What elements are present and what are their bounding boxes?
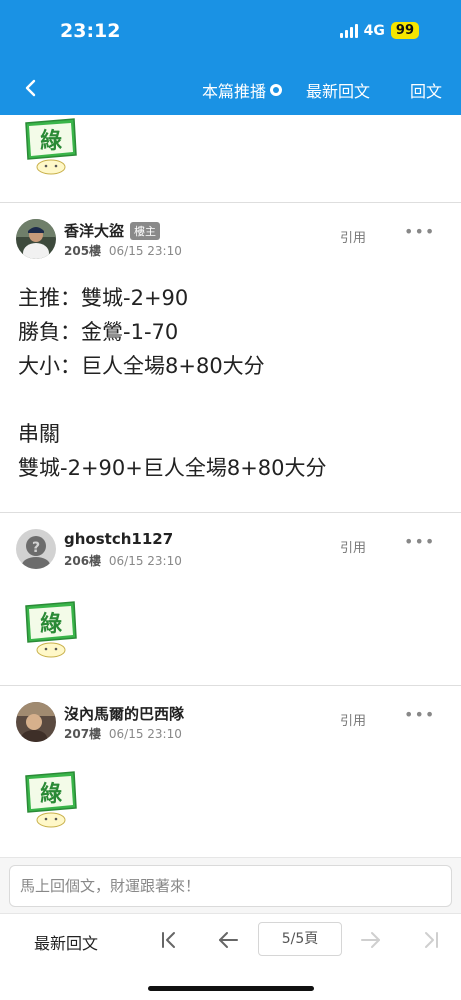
top-header: 23:12 4G 99 本篇推播 最新回文 回文 (0, 0, 461, 115)
sticker-char: 綠 (40, 611, 63, 637)
sticker-char: 綠 (40, 781, 63, 807)
previous-page-icon[interactable] (216, 928, 240, 952)
signal-icon (339, 23, 358, 38)
latest-replies-link[interactable]: 最新回文 (306, 78, 370, 102)
first-page-icon[interactable] (157, 928, 181, 952)
bulb-icon (270, 84, 283, 96)
reply-input[interactable]: 馬上回個文，財運跟著來！ (9, 865, 452, 907)
status-time: 23:12 (60, 20, 121, 42)
post-divider (0, 512, 461, 513)
username[interactable]: ghostch1127 (64, 530, 173, 548)
floor-number: 206樓 (64, 554, 102, 568)
username[interactable]: 沒內馬爾的巴西隊 (64, 703, 184, 724)
post-divider (0, 685, 461, 686)
bottom-latest-replies-button[interactable]: 最新回文 (34, 930, 98, 954)
post-time: 06/15 23:10 (108, 727, 182, 741)
last-page-icon[interactable] (419, 928, 443, 952)
reply-input-area: 馬上回個文，財運跟著來！ (0, 857, 461, 913)
network-label: 4G (363, 22, 385, 39)
home-indicator[interactable] (148, 986, 314, 991)
status-indicators: 4G 99 (339, 22, 419, 39)
owner-badge: 樓主 (130, 221, 161, 240)
quote-button[interactable]: 引用 (340, 537, 366, 556)
quote-button[interactable]: 引用 (340, 710, 366, 729)
page-selector[interactable]: 5/5頁 (258, 922, 342, 956)
battery-icon: 99 (390, 22, 419, 39)
floor-number: 205樓 (64, 244, 102, 258)
avatar[interactable]: ? (16, 529, 56, 569)
avatar-char: ? (32, 540, 40, 556)
post-time: 06/15 23:10 (108, 554, 182, 568)
username-text: ghostch1127 (64, 530, 174, 548)
username[interactable]: 香洋大盜 樓主 (64, 220, 161, 241)
username-text: 香洋大盜 (64, 222, 125, 240)
quote-button[interactable]: 引用 (340, 227, 366, 246)
green-sticker-image: 綠 (25, 771, 77, 828)
avatar[interactable] (16, 219, 56, 259)
reply-link[interactable]: 回文 (410, 78, 442, 102)
post-divider (0, 202, 461, 203)
more-options-icon[interactable]: ••• (404, 532, 435, 551)
post-time: 06/15 23:10 (108, 244, 182, 258)
sticker-char: 綠 (40, 128, 63, 154)
post-meta: 205樓 06/15 23:10 (64, 242, 182, 259)
next-page-icon[interactable] (359, 928, 383, 952)
green-sticker-image: 綠 (25, 601, 77, 658)
post-header: 香洋大盜 樓主 205樓 06/15 23:10 引用 ••• (16, 219, 446, 259)
post-meta: 206樓 06/15 23:10 (64, 552, 182, 569)
more-options-icon[interactable]: ••• (404, 222, 435, 241)
post-content: 主推：雙城-2+90 勝負：金鶯-1-70 大小：巨人全場8+80大分 串關 雙… (18, 286, 327, 480)
post-header: 沒內馬爾的巴西隊 207樓 06/15 23:10 引用 ••• (16, 702, 446, 742)
push-notify-button[interactable]: 本篇推播 (202, 78, 283, 102)
post-meta: 207樓 06/15 23:10 (64, 725, 182, 742)
floor-number: 207樓 (64, 727, 102, 741)
avatar[interactable] (16, 702, 56, 742)
post-header: ? ghostch1127 206樓 06/15 23:10 引用 ••• (16, 529, 446, 569)
green-sticker-image: 綠 (25, 118, 77, 175)
username-text: 沒內馬爾的巴西隊 (64, 705, 185, 723)
back-arrow-icon[interactable] (20, 76, 42, 100)
push-notify-label: 本篇推播 (202, 82, 267, 101)
more-options-icon[interactable]: ••• (404, 705, 435, 724)
